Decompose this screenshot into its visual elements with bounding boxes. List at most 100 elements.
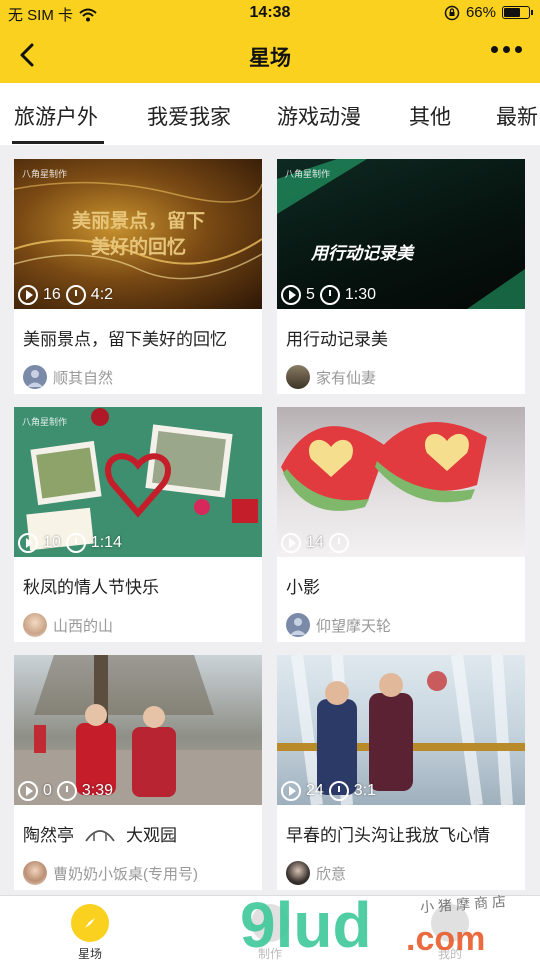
video-meta: 0 3:39 [18,781,113,801]
author[interactable]: 曹奶奶小饭桌(专用号) [23,861,198,885]
author-name: 山西的山 [53,617,114,635]
video-card[interactable]: 14 小影 仰望摩天轮 [277,407,525,642]
card-title: 用行动记录美 [286,330,388,349]
video-meta: 5 1:30 [281,285,376,305]
card-title-extra: 大观园 [126,826,177,845]
battery-area: 66% [444,4,533,21]
tab-travel[interactable]: 旅游户外 [14,101,98,131]
author[interactable]: 顺其自然 [23,365,113,389]
more-dot [503,46,510,53]
clock-icon [328,533,349,553]
more-dot [515,46,522,53]
duration: 1:30 [344,286,377,303]
card-title: 秋凤的情人节快乐 [23,578,159,597]
play-count: 14 [306,534,324,551]
tab-home[interactable]: 我爱我家 [147,101,231,131]
play-count-icon [281,533,301,553]
duration: 3:39 [81,782,114,799]
duration: 1:14 [90,534,122,551]
author[interactable]: 山西的山 [23,613,113,637]
play-count: 16 [43,286,61,303]
card-title-text: 陶然亭 [23,826,74,845]
user-icon [27,370,43,387]
author[interactable]: 家有仙妻 [286,365,376,389]
brand-label: 八角星制作 [285,169,331,179]
avatar [23,613,47,637]
clock-icon [319,285,340,305]
play-count-icon [18,285,38,305]
brand-label: 八角星制作 [22,169,68,179]
avatar [286,613,310,637]
tab-label: 星场 [77,947,102,960]
watermark-domain: .com [406,920,486,958]
top-header: 无 SIM 卡 14:38 66% 星场 [0,0,540,83]
author-name: 仰望摩天轮 [316,617,392,635]
active-tab-indicator [12,141,104,144]
avatar [286,365,310,389]
play-count: 10 [43,534,61,551]
tab-games[interactable]: 游戏动漫 [277,101,361,131]
nav-bar: 星场 [0,28,540,83]
author-name: 顺其自然 [53,369,114,387]
battery-percent: 66% [465,4,496,21]
author[interactable]: 欣意 [286,861,346,885]
video-meta: 10 1:14 [18,533,122,553]
video-thumbnail[interactable]: 0 3:39 [14,655,262,805]
play-count: 24 [306,782,324,799]
video-meta: 14 [281,533,349,553]
card-title: 美丽景点，留下美好的回忆 [23,330,227,349]
brand-label: 八角星制作 [22,417,68,427]
play-count: 5 [306,286,315,303]
video-thumbnail[interactable]: 八角星制作 10 1:14 [14,407,262,557]
video-card[interactable]: 八角星制作 美丽景点，留下 美好的回忆 16 4:2 美丽景点，留下美好的回忆 … [14,159,262,394]
clock-icon [328,781,349,801]
more-dot [491,46,498,53]
author-name: 欣意 [316,865,347,883]
avatar [23,861,47,885]
video-thumbnail[interactable]: 八角星制作 美丽景点，留下 美好的回忆 16 4:2 [14,159,262,309]
compass-icon [71,904,109,942]
video-card[interactable]: 0 3:39 陶然亭 大观园 曹奶奶小饭桌(专用号) [14,655,262,890]
play-count-icon [281,285,301,305]
card-title: 小影 [286,578,320,597]
tab-star-field[interactable]: 星场 [50,904,130,960]
duration: 3:1 [353,782,377,799]
avatar [286,861,310,885]
play-count: 0 [43,782,52,799]
thumbnail-caption: 用行动记录美 [311,244,413,263]
play-count-icon [18,533,38,553]
play-count-icon [18,781,38,801]
video-card[interactable]: 八角星制作 10 1:14 秋凤的情人节快乐 山西的山 [14,407,262,642]
video-grid: 八角星制作 美丽景点，留下 美好的回忆 16 4:2 美丽景点，留下美好的回忆 … [0,145,540,895]
duration: 4:2 [90,286,114,303]
orientation-lock-icon [444,5,460,20]
status-bar: 无 SIM 卡 14:38 66% [0,0,540,28]
clock-icon [65,533,86,553]
avatar [23,365,47,389]
battery-icon [502,6,533,19]
author-name: 曹奶奶小饭桌(专用号) [53,865,198,883]
thumbnail-caption: 美丽景点，留下 美好的回忆 [72,211,206,258]
more-button[interactable] [491,46,522,53]
tab-other[interactable]: 其他 [409,101,451,131]
card-title: 陶然亭 大观园 [23,821,177,846]
video-thumbnail[interactable]: 24 3:1 [277,655,525,805]
category-tabs: 旅游户外 我爱我家 游戏动漫 其他 最新 [0,83,540,145]
clock-icon [65,285,86,305]
bridge-icon [85,829,115,842]
watermark: 9lud [240,889,372,960]
author[interactable]: 仰望摩天轮 [286,613,391,637]
video-meta: 24 3:1 [281,781,376,801]
video-card[interactable]: 八角星制作 用行动记录美 5 1:30 用行动记录美 家有仙妻 [277,159,525,394]
author-name: 家有仙妻 [316,369,377,387]
page-title: 星场 [249,47,291,70]
user-icon [290,618,306,635]
clock-icon [56,781,77,801]
play-count-icon [281,781,301,801]
tab-latest[interactable]: 最新 [496,101,538,131]
video-thumbnail[interactable]: 八角星制作 用行动记录美 5 1:30 [277,159,525,309]
video-thumbnail[interactable]: 14 [277,407,525,557]
video-card[interactable]: 24 3:1 早春的门头沟让我放飞心情 欣意 [277,655,525,890]
video-meta: 16 4:2 [18,285,113,305]
card-title: 早春的门头沟让我放飞心情 [286,826,490,845]
